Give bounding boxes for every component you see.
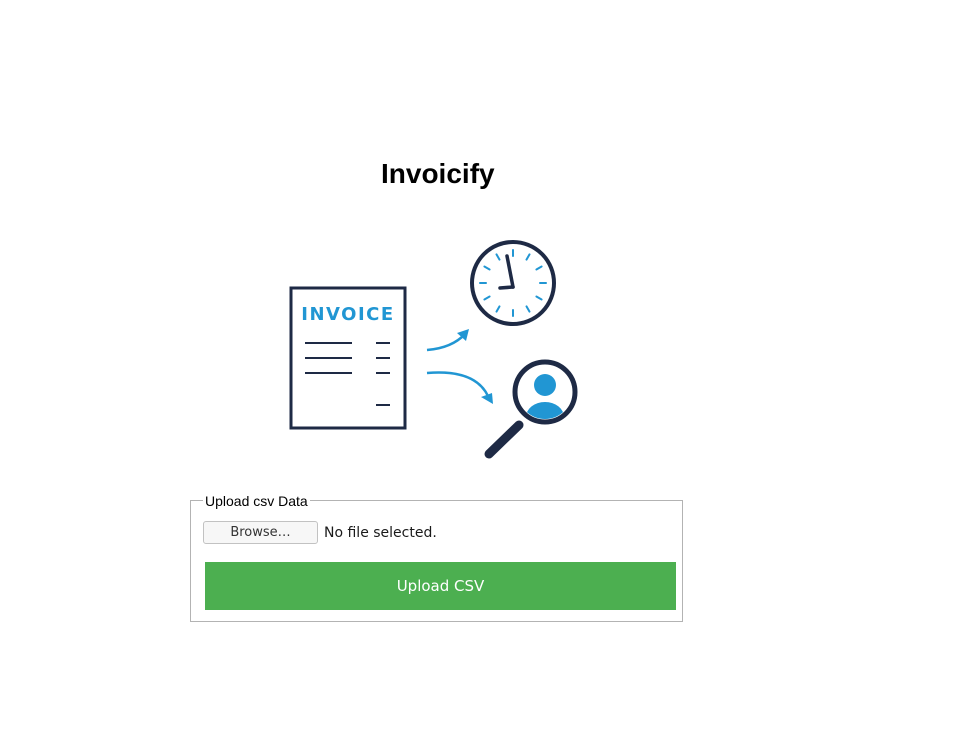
page-title: Invoicify <box>381 158 495 189</box>
upload-legend: Upload csv Data <box>203 493 310 509</box>
page: Invoicify INVOICE Upload csv Data Browse… <box>0 0 976 736</box>
browse-button[interactable]: Browse… <box>203 521 318 544</box>
arrow-down-icon <box>426 371 493 404</box>
upload-form: Upload csv Data Browse… No file selected… <box>190 493 683 622</box>
upload-csv-button[interactable]: Upload CSV <box>205 562 676 610</box>
invoice-document-icon: INVOICE <box>289 286 407 430</box>
invoice-illustration: INVOICE <box>289 240 578 459</box>
magnifier-user-icon <box>484 359 578 459</box>
file-status: No file selected. <box>324 524 437 541</box>
clock-icon <box>470 240 556 326</box>
arrow-up-icon <box>426 329 469 352</box>
file-input[interactable]: Browse… No file selected. <box>203 521 437 544</box>
invoice-label: INVOICE <box>301 304 394 325</box>
